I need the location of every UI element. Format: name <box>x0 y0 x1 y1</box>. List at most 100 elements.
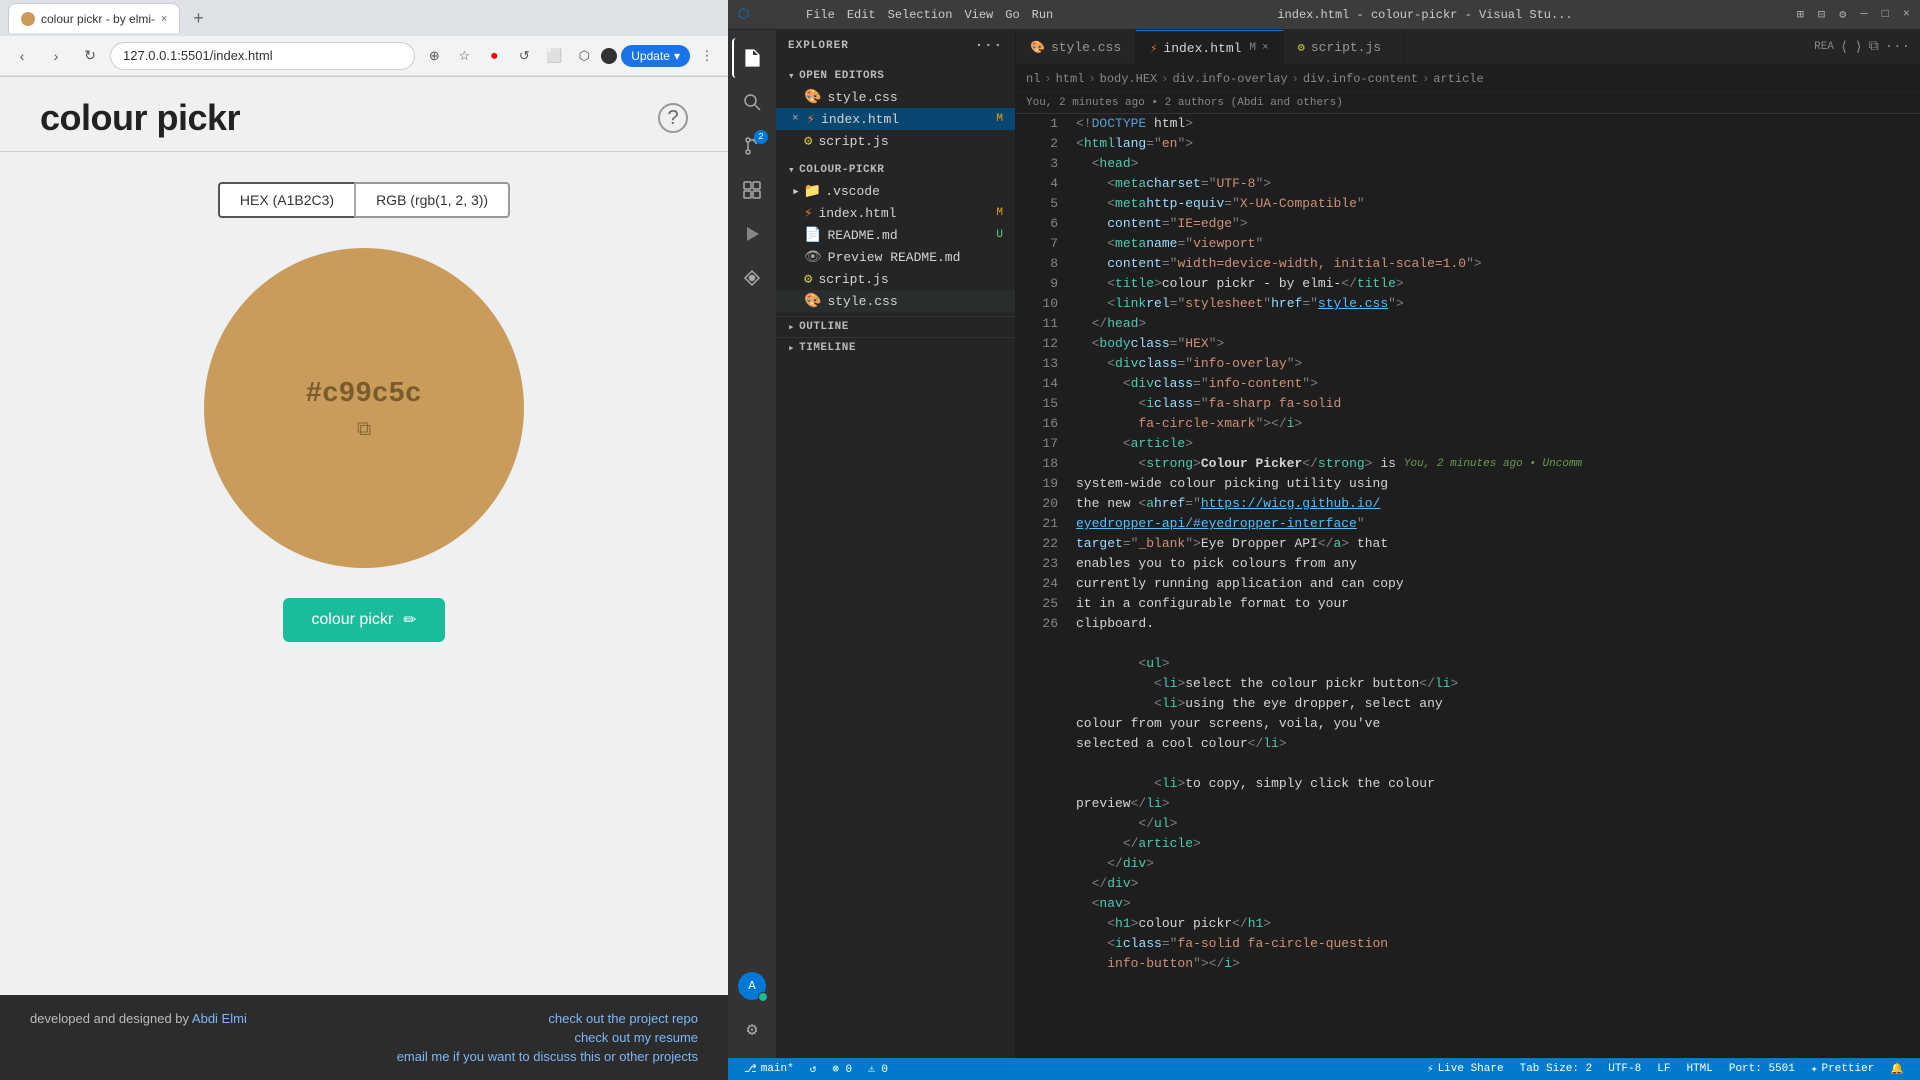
help-button[interactable]: ? <box>658 103 688 133</box>
menu-edit[interactable]: Edit <box>847 8 876 22</box>
sidebar-more-icon[interactable]: ··· <box>975 38 1003 54</box>
footer-dev-link[interactable]: Abdi Elmi <box>192 1011 247 1026</box>
puzzle-icon[interactable]: ⬡ <box>571 43 597 69</box>
ln-1: 1 <box>1024 114 1058 134</box>
extensions-icon[interactable]: ⬜ <box>541 43 567 69</box>
copy-color-icon[interactable]: ⧉ <box>357 418 371 441</box>
bc-nl[interactable]: nl <box>1026 72 1040 86</box>
repo-readme[interactable]: 📄 README.md U <box>776 224 1015 246</box>
activity-run-icon[interactable] <box>732 214 772 254</box>
menu-file[interactable]: File <box>806 8 835 22</box>
ln-10: 10 <box>1024 294 1058 314</box>
repo-style-css[interactable]: 🎨 style.css <box>776 290 1015 312</box>
status-warnings[interactable]: ⚠ 0 <box>860 1058 896 1080</box>
format-hex-button[interactable]: HEX (A1B2C3) <box>218 182 355 218</box>
icon-layout[interactable]: ⊟ <box>1818 7 1825 22</box>
footer-email-link[interactable]: email me if you want to discuss this or … <box>397 1049 698 1064</box>
activity-extensions-icon[interactable] <box>732 170 772 210</box>
page-options-icon[interactable]: ⊕ <box>421 43 447 69</box>
code-line-25: it in a configurable format to your <box>1076 594 1920 614</box>
repo-index-html[interactable]: ⚡ index.html M <box>776 202 1015 224</box>
back-button[interactable]: ‹ <box>8 42 36 70</box>
window-minimize[interactable]: ─ <box>1860 7 1867 22</box>
code-editor[interactable]: 1 2 3 4 5 6 7 8 9 10 11 12 13 14 15 16 1 <box>1016 114 1920 1058</box>
open-editor-script-js[interactable]: ⚙ script.js <box>776 130 1015 152</box>
menu-run[interactable]: Run <box>1032 8 1054 22</box>
window-maximize[interactable]: □ <box>1882 7 1889 22</box>
open-editor-index-html[interactable]: × ⚡ index.html M <box>776 108 1015 130</box>
close-editor-icon[interactable]: × <box>792 113 799 125</box>
bc-html[interactable]: html <box>1056 72 1085 86</box>
footer-repo-link[interactable]: check out the project repo <box>397 1011 698 1026</box>
window-close[interactable]: × <box>1903 7 1910 22</box>
outline-title[interactable]: ▸ OUTLINE <box>776 317 1015 337</box>
tab-style-css[interactable]: 🎨 style.css <box>1016 30 1136 65</box>
browser-menu-icon[interactable]: ⋮ <box>694 43 720 69</box>
user-avatar[interactable]: A <box>738 972 766 1000</box>
update-chevron: ▾ <box>674 49 680 63</box>
profile-circle-icon[interactable] <box>601 48 617 64</box>
status-errors[interactable]: ⊗ 0 <box>824 1058 860 1080</box>
editor-toolbar-prev[interactable]: ⟨ <box>1840 39 1848 56</box>
editor-toolbar-rea[interactable]: REA <box>1814 41 1834 53</box>
bc-body[interactable]: body.HEX <box>1100 72 1158 86</box>
status-line-ending[interactable]: LF <box>1649 1058 1678 1080</box>
activity-explorer-icon[interactable] <box>732 38 772 78</box>
tab-script-js[interactable]: ⚙ script.js <box>1284 30 1404 65</box>
status-live-share[interactable]: ⚡ Live Share <box>1419 1058 1512 1080</box>
tab-index-html[interactable]: ⚡ index.html M × <box>1136 30 1283 65</box>
forward-button[interactable]: › <box>42 42 70 70</box>
statusbar: ⎇ main* ↺ ⊗ 0 ⚠ 0 ⚡ Live Share Tab Size:… <box>728 1058 1920 1080</box>
status-port[interactable]: Port: 5501 <box>1721 1058 1803 1080</box>
git-branch-icon: ⎇ <box>744 1062 757 1076</box>
activity-search-icon[interactable] <box>732 82 772 122</box>
activity-liveshare-icon[interactable] <box>732 258 772 298</box>
menu-go[interactable]: Go <box>1005 8 1019 22</box>
vscode-folder-item[interactable]: ▸ 📁 .vscode <box>776 180 1015 202</box>
editor-toolbar-more[interactable]: ··· <box>1885 39 1910 55</box>
repo-script-js[interactable]: ⚙ script.js <box>776 268 1015 290</box>
activity-git-icon[interactable]: 2 <box>732 126 772 166</box>
status-tab-size[interactable]: Tab Size: 2 <box>1512 1058 1601 1080</box>
bc-info-content[interactable]: div.info-content <box>1303 72 1418 86</box>
new-tab-button[interactable]: + <box>184 4 212 32</box>
editor-toolbar-next[interactable]: ⟩ <box>1854 39 1862 56</box>
tab-close-btn[interactable]: × <box>161 13 167 25</box>
open-editors-title[interactable]: ▾ OPEN EDITORS <box>776 66 1015 86</box>
ln-8: 8 <box>1024 254 1058 274</box>
status-encoding[interactable]: UTF-8 <box>1600 1058 1649 1080</box>
status-git-branch[interactable]: ⎇ main* <box>736 1058 802 1080</box>
code-line-1: <!DOCTYPE html> <box>1076 114 1920 134</box>
tab-close-icon[interactable]: × <box>1262 42 1269 54</box>
bc-info-overlay[interactable]: div.info-overlay <box>1172 72 1287 86</box>
ln-21: 21 <box>1024 514 1058 534</box>
refresh-button[interactable]: ↻ <box>76 42 104 70</box>
status-prettier[interactable]: ✦ Prettier <box>1803 1058 1882 1080</box>
browser-tab-active[interactable]: colour pickr - by elmi- × <box>8 3 180 33</box>
open-editor-style-css[interactable]: 🎨 style.css <box>776 86 1015 108</box>
activity-accounts-icon[interactable]: A <box>732 966 772 1006</box>
repo-section-title[interactable]: ▾ COLOUR-PICKR <box>776 160 1015 180</box>
reload-ext-icon[interactable]: ↺ <box>511 43 537 69</box>
repo-preview-readme[interactable]: 👁 Preview README.md <box>776 246 1015 268</box>
format-rgb-button[interactable]: RGB (rgb(1, 2, 3)) <box>355 182 510 218</box>
status-notifications[interactable]: 🔔 <box>1882 1058 1912 1080</box>
menu-view[interactable]: View <box>964 8 993 22</box>
bookmark-icon[interactable]: ☆ <box>451 43 477 69</box>
icon-explorer-toggle[interactable]: ⊞ <box>1797 7 1804 22</box>
timeline-title[interactable]: ▸ TIMELINE <box>776 338 1015 358</box>
record-icon[interactable]: ⏺ <box>481 43 507 69</box>
online-badge <box>758 992 768 1002</box>
code-lines[interactable]: <!DOCTYPE html> <html lang="en"> <head> … <box>1066 114 1920 1058</box>
footer-resume-link[interactable]: check out my resume <box>397 1030 698 1045</box>
bc-article[interactable]: article <box>1433 72 1483 86</box>
status-language[interactable]: HTML <box>1678 1058 1720 1080</box>
status-sync[interactable]: ↺ <box>802 1058 825 1080</box>
update-button[interactable]: Update ▾ <box>621 45 690 67</box>
menu-selection[interactable]: Selection <box>888 8 953 22</box>
icon-settings-gear[interactable]: ⚙ <box>1839 7 1846 22</box>
editor-toolbar-split[interactable]: ⧉ <box>1869 39 1879 55</box>
activity-settings-icon[interactable]: ⚙ <box>732 1010 772 1050</box>
colour-pickr-button[interactable]: colour pickr ✏ <box>283 598 444 642</box>
url-bar[interactable]: 127.0.0.1:5501/index.html <box>110 42 415 70</box>
